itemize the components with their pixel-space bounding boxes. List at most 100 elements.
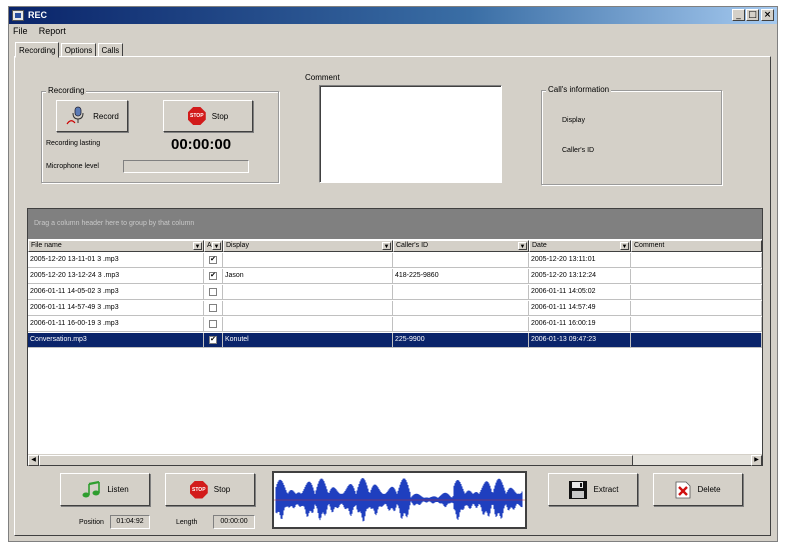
delete-button[interactable]: Delete: [653, 473, 743, 506]
record-button-label: Record: [93, 111, 119, 121]
column-header-a[interactable]: A ▼: [204, 240, 223, 252]
waveform-display[interactable]: [272, 471, 527, 529]
stop-icon-text: STOP: [192, 486, 206, 493]
stop-icon-text: STOP: [190, 113, 204, 119]
cell-date: 2006-01-13 09:47:23: [529, 333, 631, 348]
waveform-graph: [274, 478, 525, 522]
horizontal-scrollbar[interactable]: ◀ ▶: [28, 454, 762, 466]
microphone-level-label: Microphone level: [46, 163, 99, 170]
column-header-date[interactable]: Date ▼: [529, 240, 631, 252]
table-row[interactable]: 2005-12-20 13-11-01 3 .mp3 ✔ 2005-12-20 13…: [28, 253, 762, 268]
row-checkbox[interactable]: [209, 304, 217, 312]
comment-label: Comment: [305, 73, 340, 82]
cell-comment: [631, 301, 762, 316]
floppy-disk-icon: [568, 480, 587, 499]
cell-caller-id: [393, 317, 529, 332]
cell-comment: [631, 317, 762, 332]
recording-group-title: Recording: [46, 86, 87, 95]
recordings-grid: Drag a column header here to group by th…: [27, 208, 763, 466]
music-note-icon: [82, 480, 101, 497]
row-checkbox[interactable]: [209, 288, 217, 296]
table-row[interactable]: 2006-01-11 16-00-19 3 .mp3 2006-01-11 16:…: [28, 317, 762, 332]
cell-date: 2006-01-11 14:57:49: [529, 301, 631, 316]
menu-bar: File Report: [13, 26, 75, 38]
scroll-thumb[interactable]: [39, 455, 633, 466]
minimize-button[interactable]: _: [732, 9, 745, 21]
menu-file[interactable]: File: [13, 26, 28, 36]
group-by-hint: Drag a column header here to group by th…: [34, 220, 195, 227]
cell-checkbox: ✔: [204, 269, 223, 284]
cell-display: [223, 253, 393, 268]
cell-caller-id: [393, 301, 529, 316]
scroll-right-icon[interactable]: ▶: [751, 455, 762, 466]
cell-file: 2006-01-11 14-05-02 3 .mp3: [28, 285, 204, 300]
cell-display: Jason: [223, 269, 393, 284]
microphone-level-meter: [123, 160, 249, 173]
cell-display: [223, 317, 393, 332]
tab-strip: Recording Options Calls: [15, 41, 124, 58]
table-row[interactable]: 2006-01-11 14-05-02 3 .mp3 2006-01-11 14:…: [28, 285, 762, 300]
cell-checkbox: [204, 285, 223, 300]
cell-file: 2006-01-11 14-57-49 3 .mp3: [28, 301, 204, 316]
delete-file-icon: [676, 481, 691, 498]
recording-group: Recording Record STOP Stop Recording las…: [41, 86, 279, 183]
column-header-display[interactable]: Display ▼: [223, 240, 393, 252]
microphone-icon: [66, 106, 84, 125]
cell-caller-id: [393, 253, 529, 268]
filter-dropdown-icon[interactable]: ▼: [193, 242, 202, 250]
column-header-file-name[interactable]: File name ▼: [28, 240, 204, 252]
cell-comment: [631, 285, 762, 300]
scroll-left-icon[interactable]: ◀: [28, 455, 39, 466]
maximize-button[interactable]: □: [746, 9, 759, 21]
cell-display: [223, 301, 393, 316]
filter-dropdown-icon[interactable]: ▼: [620, 242, 629, 250]
cell-checkbox: ✔: [204, 333, 223, 348]
close-button[interactable]: ×: [761, 9, 774, 21]
stop-icon: STOP: [187, 107, 206, 125]
cell-caller-id: 418-225-9860: [393, 269, 529, 284]
tab-calls[interactable]: Calls: [97, 43, 124, 57]
cell-date: 2006-01-11 16:00:19: [529, 317, 631, 332]
cell-comment: [631, 269, 762, 284]
tab-recording[interactable]: Recording: [15, 42, 60, 58]
cell-date: 2005-12-20 13:12:24: [529, 269, 631, 284]
cell-checkbox: [204, 317, 223, 332]
cell-checkbox: ✔: [204, 253, 223, 268]
row-checkbox[interactable]: ✔: [209, 272, 217, 280]
filter-dropdown-icon[interactable]: ▼: [212, 242, 221, 250]
listen-button-label: Listen: [107, 485, 129, 494]
row-checkbox[interactable]: ✔: [209, 256, 217, 264]
comment-textarea[interactable]: [319, 85, 502, 183]
menu-report[interactable]: Report: [39, 26, 66, 36]
table-row[interactable]: 2005-12-20 13-12-24 3 .mp3 ✔ Jason 418-225-…: [28, 269, 762, 284]
cell-file: 2005-12-20 13-11-01 3 .mp3: [28, 253, 204, 268]
length-value: 00:00:00: [213, 515, 255, 529]
cell-date: 2005-12-20 13:11:01: [529, 253, 631, 268]
record-stop-button[interactable]: STOP Stop: [163, 100, 253, 132]
title-bar[interactable]: REC _ □ ×: [9, 7, 777, 24]
extract-button[interactable]: Extract: [548, 473, 638, 506]
cell-checkbox: [204, 301, 223, 316]
row-checkbox[interactable]: [209, 320, 217, 328]
call-info-title: Call's information: [546, 85, 612, 94]
cell-display: Konutel: [223, 333, 393, 348]
listen-button[interactable]: Listen: [60, 473, 150, 506]
delete-button-label: Delete: [697, 485, 721, 494]
row-checkbox[interactable]: ✔: [209, 336, 217, 344]
filter-dropdown-icon[interactable]: ▼: [518, 242, 527, 250]
table-row[interactable]: 2006-01-11 14-57-49 3 .mp3 2006-01-11 14:…: [28, 301, 762, 316]
cell-caller-id: [393, 285, 529, 300]
cell-display: [223, 285, 393, 300]
app-icon: [12, 10, 24, 21]
call-info-display-label: Display: [562, 117, 585, 124]
playback-stop-button[interactable]: STOP Stop: [165, 473, 255, 506]
record-button[interactable]: Record: [56, 100, 128, 132]
group-by-area[interactable]: Drag a column header here to group by th…: [28, 209, 762, 239]
tab-options[interactable]: Options: [60, 43, 97, 57]
filter-dropdown-icon[interactable]: ▼: [382, 242, 391, 250]
column-header-caller-id[interactable]: Caller's ID ▼: [393, 240, 529, 252]
table-row[interactable]: Conversation.mp3 ✔ Konutel 225-9900 2006-01-…: [28, 333, 762, 348]
cell-file: Conversation.mp3: [28, 333, 204, 348]
cell-file: 2005-12-20 13-12-24 3 .mp3: [28, 269, 204, 284]
column-header-comment[interactable]: Comment: [631, 240, 762, 252]
